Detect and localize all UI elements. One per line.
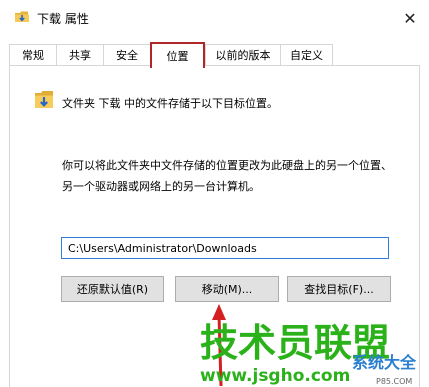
button-label: 移动(M)...: [201, 283, 253, 296]
title-bar: 下载 属性 ✕: [0, 0, 429, 36]
location-description: 你可以将此文件夹中文件存储的位置更改为此硬盘上的另一个位置、另一个驱动器或网络上…: [62, 159, 392, 193]
location-info-text: 文件夹 下载 中的文件存储于以下目标位置。: [62, 97, 278, 110]
move-button[interactable]: 移动(M)...: [175, 276, 279, 302]
close-icon: ✕: [403, 8, 417, 28]
close-button[interactable]: ✕: [395, 4, 425, 32]
tab-customize[interactable]: 自定义: [280, 44, 333, 65]
tab-strip: 常规 共享 安全 位置 以前的版本 自定义: [9, 42, 429, 68]
watermark-logo: 技术员联盟 www.jsgho.com 系统大全 P85.COM: [200, 321, 417, 386]
find-target-button[interactable]: 查找目标(F)...: [287, 276, 391, 302]
watermark-url: www.jsgho.com: [200, 366, 350, 386]
restore-default-button[interactable]: 还原默认值(R): [61, 276, 164, 302]
watermark-domain: P85.COM: [376, 377, 412, 386]
target-path-input[interactable]: [61, 237, 389, 259]
button-label: 还原默认值(R): [76, 283, 149, 296]
watermark-brand: 系统大全: [352, 353, 417, 372]
window-title: 下载 属性: [37, 12, 89, 26]
tab-label: 安全: [116, 49, 138, 62]
tab-general[interactable]: 常规: [9, 44, 57, 65]
download-folder-icon: [15, 11, 29, 22]
tab-label: 常规: [22, 49, 44, 62]
button-label: 查找目标(F)...: [304, 283, 374, 296]
tab-label: 位置: [166, 50, 189, 63]
tab-previous-versions[interactable]: 以前的版本: [205, 44, 281, 65]
downloads-folder-icon: [35, 91, 53, 108]
tab-security[interactable]: 安全: [103, 44, 151, 65]
tab-label: 共享: [69, 49, 91, 62]
tab-location[interactable]: 位置: [150, 42, 205, 68]
tab-label: 以前的版本: [215, 49, 271, 62]
tab-label: 自定义: [290, 49, 323, 62]
tab-sharing[interactable]: 共享: [56, 44, 104, 65]
